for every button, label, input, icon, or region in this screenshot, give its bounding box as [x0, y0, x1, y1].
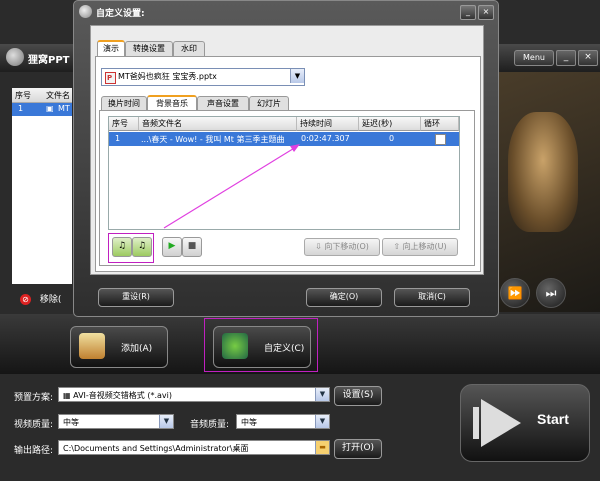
add-file-icon [79, 333, 105, 359]
add-music-icon[interactable]: ♫ [112, 237, 132, 257]
annotation-arrow [163, 144, 300, 229]
delete-row[interactable]: ⊘ 移除( [20, 292, 61, 305]
chevron-down-icon: ▼ [159, 415, 173, 428]
preset-label: 预置方案: [14, 393, 54, 403]
menu-button[interactable]: Menu [514, 50, 554, 66]
delete-icon: ⊘ [20, 294, 31, 305]
file-list-header: 序号 文件名 [12, 88, 72, 103]
move-down-button[interactable]: ⇩ 向下移动(O) [304, 238, 380, 256]
settings-button[interactable]: 设置(S) [334, 386, 382, 406]
next-button[interactable]: ⏭ [536, 278, 566, 308]
remove-music-icon[interactable]: ♫ [132, 237, 152, 257]
tools-icon [222, 333, 248, 359]
file-list-row[interactable]: 1 ▣ MT [12, 103, 72, 116]
move-up-button[interactable]: ⇧ 向上移动(U) [382, 238, 458, 256]
start-icon [473, 407, 479, 439]
close-button[interactable]: × [578, 50, 598, 66]
reset-button[interactable]: 重设(R) [98, 288, 174, 307]
start-arrow-icon [481, 399, 521, 447]
output-path-field[interactable]: C:\Documents and Settings\Administrator\… [58, 440, 330, 455]
video-quality-dropdown[interactable]: 中等 ▼ [58, 414, 174, 429]
app-name: 狸窝PPT [28, 55, 70, 66]
open-button[interactable]: 打开(O) [334, 439, 382, 459]
file-list[interactable]: 序号 文件名 1 ▣ MT [12, 88, 72, 284]
fast-forward-button[interactable]: ⏩ [500, 278, 530, 308]
ok-button[interactable]: 确定(O) [306, 288, 382, 307]
chevron-down-icon: ▼ [315, 388, 329, 401]
video-preview [488, 72, 600, 312]
stop-icon[interactable]: ■ [182, 237, 202, 257]
ppt-file-icon: ▣ [46, 104, 54, 113]
preset-dropdown[interactable]: ▦ AVI-音视频交错格式 (*.avi) ▼ [58, 387, 330, 402]
avi-icon: ▦ [63, 391, 74, 400]
col-index: 序号 [15, 91, 31, 100]
play-icon[interactable]: ▶ [162, 237, 182, 257]
custom-button[interactable]: 自定义(C) [213, 326, 311, 368]
col-filename: 文件名 [46, 91, 70, 100]
chevron-down-icon: ▼ [315, 415, 329, 428]
arrow-down-icon: ⇩ [315, 242, 325, 251]
custom-settings-dialog: 自定义设置: _ × 演示 转换设置 水印 MT爸妈也疯狂 宝宝秀.pptx ▼… [73, 0, 499, 317]
audio-quality-dropdown[interactable]: 中等 ▼ [236, 414, 330, 429]
output-label: 输出路径: [14, 446, 54, 456]
minimize-button[interactable]: _ [556, 50, 576, 66]
video-quality-label: 视频质量: [14, 420, 54, 430]
cancel-button[interactable]: 取消(C) [394, 288, 470, 307]
add-button[interactable]: 添加(A) [70, 326, 168, 368]
folder-icon[interactable]: ▬ [315, 441, 329, 454]
arrow-up-icon: ⇧ [393, 242, 403, 251]
preview-character [508, 112, 578, 232]
audio-quality-label: 音频质量: [190, 420, 230, 430]
start-button[interactable]: Start [460, 384, 590, 462]
app-logo-icon [6, 48, 24, 66]
